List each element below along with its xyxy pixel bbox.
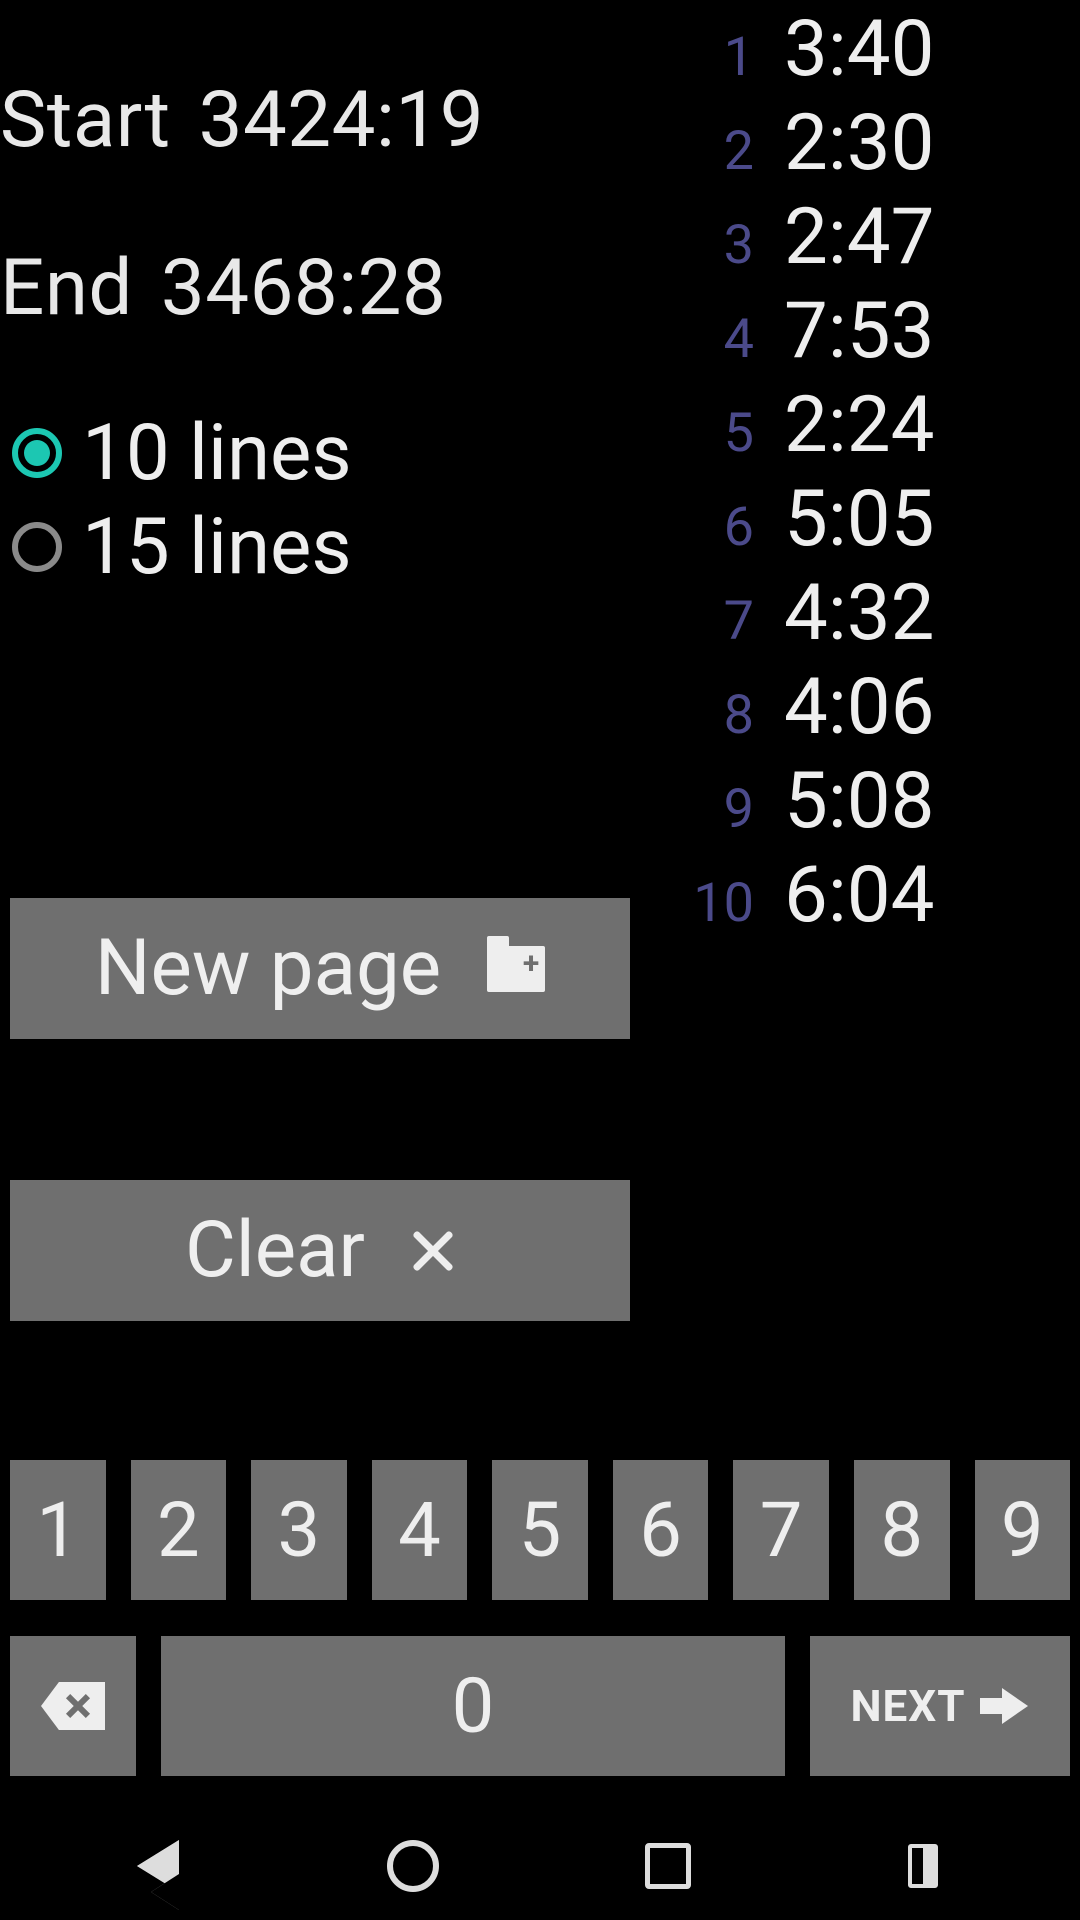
time-index: 10 [684,872,754,935]
time-row: 10 6:04 [684,850,964,944]
new-page-label: New page [95,930,441,1008]
time-index: 5 [684,402,754,465]
start-readout: Start 3424:19 [0,82,484,160]
backspace-icon [41,1682,105,1730]
time-row: 7 4:32 [684,568,964,662]
radio-15-lines-label: 15 lines [82,502,352,593]
nav-back-icon[interactable] [130,1838,186,1894]
time-readouts: Start 3424:19 End 3468:28 [0,0,484,328]
key-7[interactable]: 7 [733,1460,829,1600]
time-value: 2:47 [784,192,964,283]
lines-radio-group: 10 lines 15 lines [12,408,352,592]
keypad-row-2: 0 NEXT [10,1636,1070,1776]
key-4[interactable]: 4 [372,1460,468,1600]
nav-extra-icon[interactable] [895,1838,951,1894]
time-index: 2 [684,120,754,183]
system-navbar [0,1812,1080,1920]
time-value: 5:05 [784,474,964,565]
time-row: 5 2:24 [684,380,964,474]
time-index: 8 [684,684,754,747]
time-index: 7 [684,590,754,653]
key-0[interactable]: 0 [161,1636,785,1776]
time-row: 8 4:06 [684,662,964,756]
radio-icon-unchecked [12,522,62,572]
time-index: 4 [684,308,754,371]
end-label: End [0,250,133,328]
nav-home-icon[interactable] [385,1838,441,1894]
arrow-right-icon [980,1688,1030,1724]
clear-button[interactable]: Clear [10,1180,630,1321]
key-6[interactable]: 6 [613,1460,709,1600]
time-row: 6 5:05 [684,474,964,568]
radio-10-lines[interactable]: 10 lines [12,408,352,498]
key-8[interactable]: 8 [854,1460,950,1600]
time-row: 3 2:47 [684,192,964,286]
radio-10-lines-label: 10 lines [82,408,352,499]
time-value: 4:06 [784,662,964,753]
time-value: 5:08 [784,756,964,847]
time-value: 4:32 [784,568,964,659]
key-3[interactable]: 3 [251,1460,347,1600]
time-value: 2:30 [784,98,964,189]
key-2[interactable]: 2 [131,1460,227,1600]
time-index: 6 [684,496,754,559]
time-index: 1 [684,26,754,89]
next-label: NEXT [851,1680,966,1732]
end-readout: End 3468:28 [0,250,484,328]
time-value: 6:04 [784,850,964,941]
time-row: 4 7:53 [684,286,964,380]
keypad-row-1: 1 2 3 4 5 6 7 8 9 [10,1460,1070,1600]
clear-label: Clear [185,1212,365,1290]
radio-icon-checked [12,428,62,478]
end-value: 3468:28 [161,250,446,328]
time-value: 2:24 [784,380,964,471]
key-1[interactable]: 1 [10,1460,106,1600]
close-icon [411,1229,455,1273]
folder-plus-icon [487,946,545,992]
key-9[interactable]: 9 [975,1460,1071,1600]
time-row: 9 5:08 [684,756,964,850]
nav-recent-icon[interactable] [640,1838,696,1894]
new-page-button[interactable]: New page [10,898,630,1039]
time-value: 3:40 [784,4,964,95]
time-row: 2 2:30 [684,98,964,192]
key-next[interactable]: NEXT [810,1636,1070,1776]
radio-15-lines[interactable]: 15 lines [12,502,352,592]
start-value: 3424:19 [199,82,484,160]
key-5[interactable]: 5 [492,1460,588,1600]
start-label: Start [0,82,171,160]
times-list: 1 3:40 2 2:30 3 2:47 4 7:53 5 2:24 6 5:0… [684,4,964,944]
time-index: 3 [684,214,754,277]
time-index: 9 [684,778,754,841]
time-row: 1 3:40 [684,4,964,98]
time-value: 7:53 [784,286,964,377]
key-backspace[interactable] [10,1636,136,1776]
